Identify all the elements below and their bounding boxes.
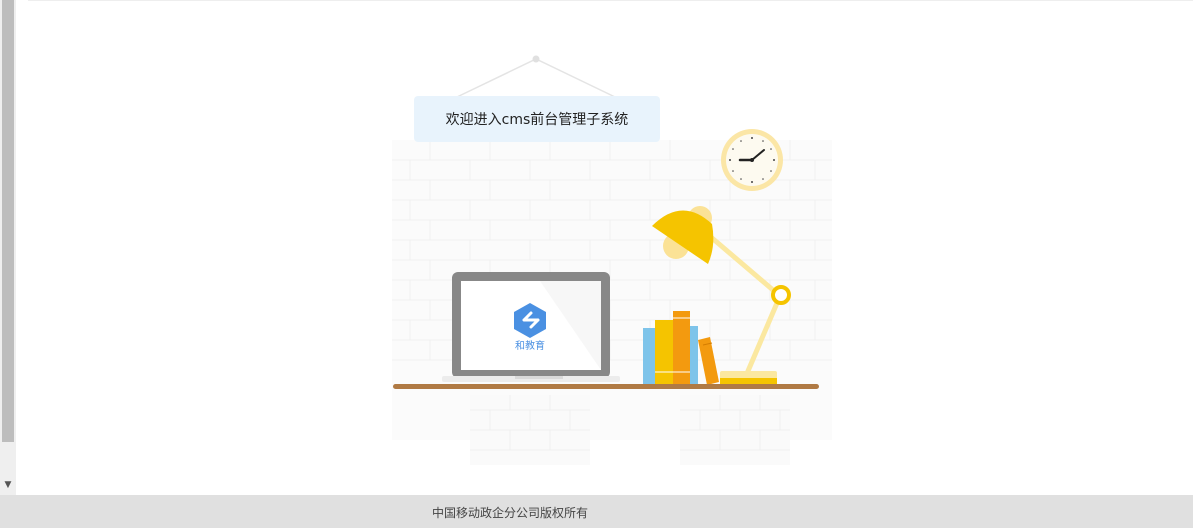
banner-hanger	[456, 55, 616, 98]
left-scrollbar[interactable]: ▼	[0, 0, 16, 495]
footer-copyright: 中国移动政企分公司版权所有	[432, 506, 589, 520]
page: ▼ 和教育 欢迎进入cms前台管理子系统 中国移动政企分公司版权所有	[0, 0, 1193, 528]
desk-shelf	[393, 384, 819, 389]
laptop-logo-text: 和教育	[515, 339, 545, 352]
welcome-text: 欢迎进入cms前台管理子系统	[445, 112, 629, 128]
top-divider	[28, 0, 1193, 1]
footer: 中国移动政企分公司版权所有	[0, 495, 1193, 528]
clock-icon	[721, 129, 783, 191]
scroll-down-arrow-icon[interactable]: ▼	[3, 480, 13, 490]
scrollbar-thumb[interactable]	[2, 0, 14, 442]
welcome-banner: 欢迎进入cms前台管理子系统	[414, 96, 660, 142]
